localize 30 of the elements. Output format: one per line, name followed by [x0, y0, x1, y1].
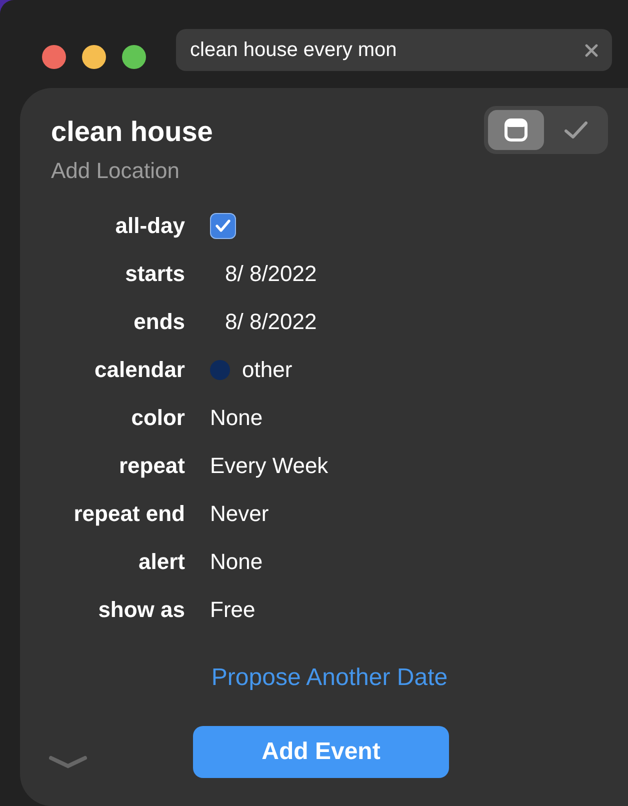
field-label: show as	[97, 596, 185, 624]
field-label: color	[130, 404, 185, 432]
search-field[interactable]: clean house every mon	[176, 29, 612, 71]
field-label: starts	[124, 260, 185, 288]
field-label: calendar	[94, 356, 185, 384]
field-label: alert	[138, 548, 185, 576]
field-value[interactable]: None	[210, 549, 263, 575]
calendar-value[interactable]: other	[242, 357, 292, 383]
minimize-button[interactable]	[82, 45, 106, 69]
all-day-checkbox[interactable]	[210, 213, 236, 239]
clear-icon[interactable]	[585, 44, 598, 57]
calendar-icon	[504, 118, 528, 142]
field-value[interactable]: Every Week	[210, 453, 328, 479]
field-label: repeat	[118, 452, 185, 480]
checkmark-icon	[564, 120, 588, 140]
date-field[interactable]: 8/ 8/2022	[225, 309, 317, 335]
location-field[interactable]: Add Location	[51, 158, 251, 184]
field-value[interactable]: Free	[210, 597, 256, 623]
field-label: repeat end	[72, 500, 185, 528]
zoom-button[interactable]	[122, 45, 146, 69]
close-button[interactable]	[42, 45, 66, 69]
event-title[interactable]: clean house	[51, 116, 251, 148]
field-label: all-day	[114, 212, 185, 240]
checkmark-icon	[215, 219, 231, 233]
event-mode-button[interactable]	[488, 110, 544, 150]
date-field[interactable]: 8/ 8/2022	[225, 261, 317, 287]
field-value[interactable]: Never	[210, 501, 269, 527]
field-value[interactable]: None	[210, 405, 263, 431]
field-label: ends	[132, 308, 185, 336]
propose-date-link[interactable]: Propose Another Date	[211, 664, 448, 692]
